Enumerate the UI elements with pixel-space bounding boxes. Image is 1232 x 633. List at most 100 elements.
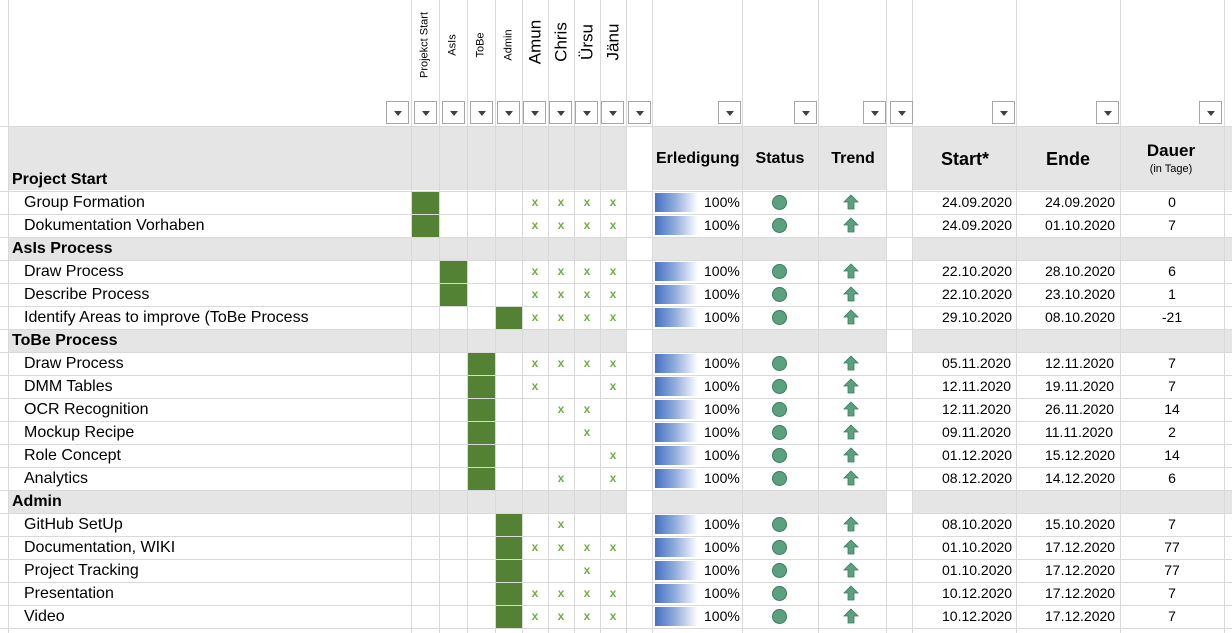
status-green-circle-icon (772, 310, 787, 325)
column-gridline (600, 0, 601, 633)
column-gridline (912, 0, 913, 633)
filter-dropdown-icon[interactable] (470, 101, 493, 124)
phase-block (495, 559, 523, 582)
progress-bar (655, 515, 698, 534)
assignee-check: x (609, 264, 617, 278)
filter-dropdown-icon[interactable] (718, 101, 741, 124)
column-gridline (411, 0, 412, 633)
assignee-check: x (531, 287, 539, 301)
phase-block (467, 352, 495, 375)
column-gridline (467, 0, 468, 633)
start-date: 22.10.2020 (942, 263, 1013, 279)
filter-dropdown-icon[interactable] (890, 101, 913, 124)
row-gridline (0, 283, 1232, 284)
filter-dropdown-icon[interactable] (523, 101, 546, 124)
progress-bar (655, 469, 698, 488)
filter-dropdown-icon[interactable] (442, 101, 465, 124)
assignee-check: x (557, 264, 565, 278)
section-band (652, 237, 886, 260)
phase-block (439, 283, 467, 306)
section-band (912, 237, 1232, 260)
start-date: 24.09.2020 (942, 194, 1013, 210)
filter-dropdown-icon[interactable] (628, 101, 651, 124)
row-gridline (0, 513, 1232, 514)
filter-dropdown-icon[interactable] (549, 101, 572, 124)
phase-block (467, 467, 495, 490)
phase-block (467, 398, 495, 421)
task-name: Video (24, 608, 65, 625)
assignee-check: x (609, 379, 617, 393)
end-date: 23.10.2020 (1045, 286, 1116, 302)
filter-dropdown-icon[interactable] (575, 101, 598, 124)
filter-dropdown-icon[interactable] (863, 101, 886, 124)
progress-bar (655, 446, 698, 465)
row-gridline (0, 559, 1232, 560)
end-date: 28.10.2020 (1045, 263, 1116, 279)
assignee-check: x (583, 586, 591, 600)
status-header: Status (755, 150, 805, 167)
row-gridline (0, 536, 1232, 537)
assignee-check: x (609, 356, 617, 370)
spreadsheet: Project Start Group Formation x x x x 100% 24.0… (0, 0, 1232, 633)
end-date: 01.10.2020 (1045, 217, 1116, 233)
progress-bar (655, 354, 698, 373)
completion-percent: 100% (704, 286, 740, 302)
assignee-check: x (557, 540, 565, 554)
end-date: 17.12.2020 (1045, 585, 1116, 601)
filter-dropdown-icon[interactable] (794, 101, 817, 124)
end-date: 15.10.2020 (1045, 516, 1116, 532)
filter-dropdown-icon[interactable] (386, 101, 409, 124)
progress-bar (655, 607, 698, 626)
trend-up-arrow-icon (843, 516, 859, 532)
assignee-check: x (557, 471, 565, 485)
filter-dropdown-icon[interactable] (414, 101, 437, 124)
column-header-phase: Admin (502, 29, 515, 61)
column-gridline (886, 0, 887, 633)
duration: -21 (1161, 309, 1183, 325)
column-gridline (818, 0, 819, 633)
phase-block (495, 306, 523, 329)
dauer-subheader: (in Tage) (1149, 163, 1193, 175)
status-green-circle-icon (772, 448, 787, 463)
trend-up-arrow-icon (843, 286, 859, 302)
phase-block (495, 605, 523, 628)
filter-dropdown-icon[interactable] (601, 101, 624, 124)
assignee-check: x (583, 356, 591, 370)
end-date: 17.12.2020 (1045, 608, 1116, 624)
completion-percent: 100% (704, 608, 740, 624)
trend-up-arrow-icon (843, 378, 859, 394)
completion-percent: 100% (704, 447, 740, 463)
trend-up-arrow-icon (843, 585, 859, 601)
phase-block (439, 260, 467, 283)
row-gridline (0, 214, 1232, 215)
status-green-circle-icon (772, 379, 787, 394)
filter-dropdown-icon[interactable] (497, 101, 520, 124)
task-name: Identify Areas to improve (ToBe Process (24, 309, 309, 326)
section-band (652, 329, 886, 352)
filter-dropdown-icon[interactable] (1096, 101, 1119, 124)
trend-up-arrow-icon (843, 424, 859, 440)
filter-dropdown-icon[interactable] (1199, 101, 1222, 124)
duration: 14 (1164, 401, 1180, 417)
start-date: 05.11.2020 (942, 355, 1012, 371)
row-gridline (0, 490, 1232, 491)
duration: 6 (1168, 263, 1176, 279)
end-date: 17.12.2020 (1045, 539, 1116, 555)
column-gridline (1120, 0, 1121, 633)
duration: 6 (1168, 470, 1176, 486)
duration: 7 (1168, 355, 1176, 371)
completion-percent: 100% (704, 378, 740, 394)
task-name: Documentation, WIKI (24, 539, 176, 556)
status-green-circle-icon (772, 471, 787, 486)
completion-percent: 100% (704, 217, 740, 233)
start-date: 22.10.2020 (942, 286, 1013, 302)
row-gridline (0, 421, 1232, 422)
trend-up-arrow-icon (843, 447, 859, 463)
completion-percent: 100% (704, 401, 740, 417)
start-date: 12.11.2020 (942, 401, 1012, 417)
section-title: AsIs Process (12, 240, 113, 257)
column-header-person: Jänu (603, 23, 623, 61)
filter-dropdown-icon[interactable] (992, 101, 1015, 124)
assignee-check: x (583, 609, 591, 623)
assignee-check: x (583, 287, 591, 301)
